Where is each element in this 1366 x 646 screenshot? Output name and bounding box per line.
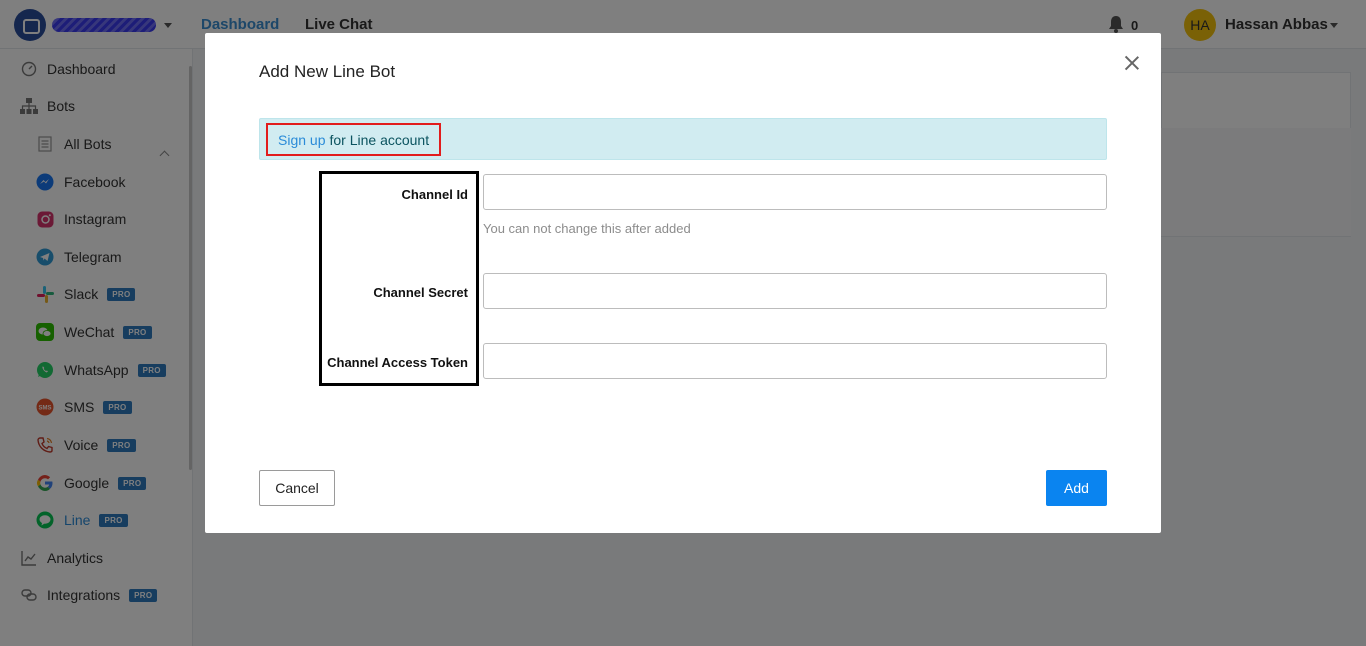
channel-id-field[interactable]: [483, 174, 1107, 210]
channel-id-help: You can not change this after added: [483, 221, 691, 236]
channel-secret-field[interactable]: [483, 273, 1107, 309]
modal-title: Add New Line Bot: [259, 62, 396, 81]
channel-id-label: Channel Id: [401, 187, 468, 202]
channel-access-token-field[interactable]: [483, 343, 1107, 379]
close-icon[interactable]: [1123, 54, 1141, 72]
add-line-bot-modal: Add New Line Bot Sign up for Line accoun…: [205, 33, 1161, 533]
signup-highlight: Sign up for Line account: [266, 123, 442, 156]
channel-access-token-label: Channel Access Token: [327, 355, 468, 370]
signup-text: for Line account: [329, 131, 430, 148]
field-labels-highlight: Channel Id Channel Secret Channel Access…: [319, 171, 479, 386]
cancel-button[interactable]: Cancel: [259, 470, 335, 506]
signup-link[interactable]: Sign up: [278, 132, 325, 148]
signup-info-alert: Sign up for Line account: [259, 118, 1107, 160]
channel-secret-label: Channel Secret: [373, 285, 468, 300]
add-button[interactable]: Add: [1046, 470, 1107, 506]
